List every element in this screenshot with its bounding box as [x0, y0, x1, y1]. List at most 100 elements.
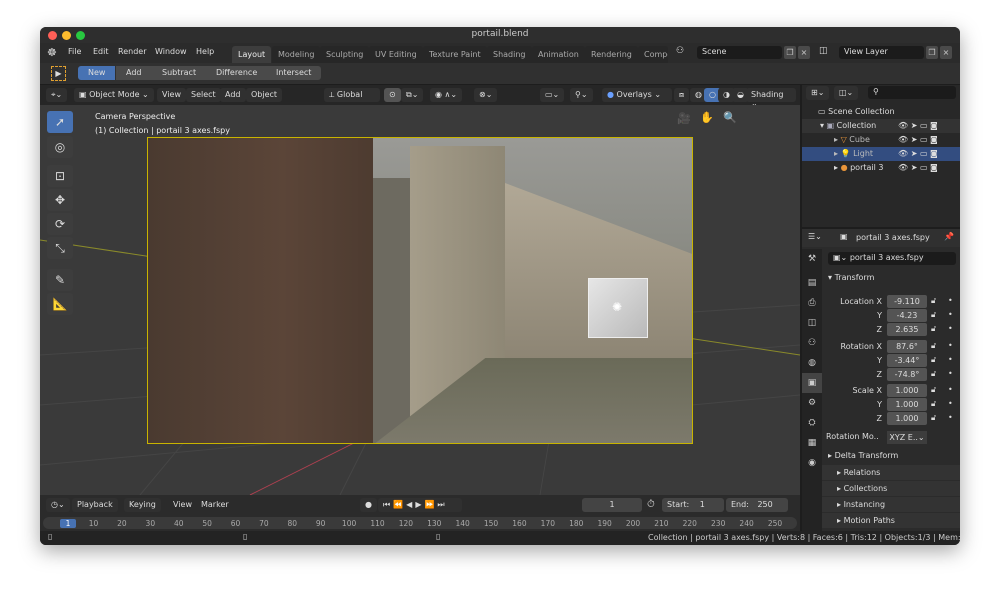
- tab-compositing[interactable]: Compo: [638, 46, 668, 63]
- object-mode-dropdown[interactable]: ▣ Object Mode ⌄: [74, 88, 154, 102]
- delete-scene-icon[interactable]: ×: [798, 46, 810, 59]
- tab-rendering[interactable]: Rendering: [585, 46, 638, 63]
- record-icon[interactable]: ●: [360, 498, 377, 512]
- camera-view-icon[interactable]: 🎥: [677, 112, 691, 125]
- menu-timeline-view[interactable]: View: [173, 500, 192, 509]
- end-frame-field[interactable]: End: 250: [726, 498, 788, 512]
- menu-keying[interactable]: Keying: [124, 498, 161, 512]
- lock-icon[interactable]: 🔓︎: [931, 296, 936, 306]
- keyframe-dot-icon[interactable]: •: [948, 310, 953, 319]
- lock-icon[interactable]: 🔓︎: [931, 341, 936, 351]
- tab-animation[interactable]: Animation: [532, 46, 585, 63]
- location-field[interactable]: 2.635: [887, 323, 927, 336]
- outliner-item-collection[interactable]: ▾ ▣ Collection 👁 ➤ ▭ ◙: [802, 119, 960, 133]
- modifier-tab-icon[interactable]: ⚙: [802, 393, 822, 413]
- constraint-tab-icon[interactable]: ◉: [802, 453, 822, 473]
- lock-icon[interactable]: 🔓︎: [931, 385, 936, 395]
- outliner-item-light[interactable]: ▸ 💡 Light 👁 ➤ ▭ ◙: [802, 147, 960, 161]
- shading-dropdown[interactable]: Shading ⌄: [746, 88, 796, 108]
- select-tool-icon[interactable]: ➚: [47, 111, 73, 133]
- motion-paths-panel[interactable]: ▸ Motion Paths: [822, 513, 960, 528]
- menu-marker[interactable]: Marker: [201, 500, 229, 509]
- display-mode-icon[interactable]: ◫⌄: [834, 86, 859, 100]
- timeline-editor-icon[interactable]: ◷⌄: [46, 498, 70, 512]
- keyframe-dot-icon[interactable]: •: [948, 355, 953, 364]
- rotation-mode-dropdown[interactable]: XYZ E..⌄: [887, 431, 927, 444]
- tab-sculpting[interactable]: Sculpting: [320, 46, 370, 63]
- menu-edit[interactable]: Edit: [93, 47, 109, 56]
- tool-tab-icon[interactable]: ⚒: [802, 249, 822, 269]
- current-frame-marker[interactable]: 1: [60, 519, 76, 528]
- view-layer-tab-icon[interactable]: ◫: [802, 313, 822, 333]
- transform-affect-icon[interactable]: ⊗⌄: [474, 88, 498, 102]
- lock-icon[interactable]: 🔓︎: [931, 413, 936, 423]
- keyframe-dot-icon[interactable]: •: [948, 324, 953, 333]
- measure-tool-icon[interactable]: 📐: [47, 293, 73, 315]
- start-frame-field[interactable]: Start: 1: [662, 498, 724, 512]
- output-tab-icon[interactable]: ⎙: [802, 293, 822, 313]
- move-tool-icon[interactable]: ✥: [47, 189, 73, 211]
- scale-field[interactable]: 1.000: [887, 398, 927, 411]
- visibility-icons[interactable]: 👁 ➤ ▭ ◙: [898, 161, 938, 175]
- menu-view[interactable]: View: [157, 88, 186, 102]
- location-field[interactable]: -4.23: [887, 309, 927, 322]
- scene-icon[interactable]: ⚇: [676, 46, 684, 56]
- visibility-icons[interactable]: 👁 ➤ ▭ ◙: [898, 119, 938, 133]
- outliner-scene-collection[interactable]: ▭ Scene Collection: [802, 105, 960, 119]
- annotate-tool-icon[interactable]: ✎: [47, 269, 73, 291]
- scale-field[interactable]: 1.000: [887, 412, 927, 425]
- overlays-dropdown[interactable]: ● Overlays ⌄: [602, 88, 672, 102]
- duplicate-scene-icon[interactable]: ❐: [784, 46, 796, 59]
- duplicate-view-layer-icon[interactable]: ❐: [926, 46, 938, 59]
- keyframe-dot-icon[interactable]: •: [948, 369, 953, 378]
- menu-object[interactable]: Object: [246, 88, 283, 102]
- menu-help[interactable]: Help: [196, 47, 214, 56]
- tab-layout[interactable]: Layout: [232, 46, 272, 63]
- outliner-search-input[interactable]: ⚲: [868, 86, 956, 99]
- pan-hand-icon[interactable]: ✋: [700, 111, 714, 124]
- physics-tab-icon[interactable]: ⛭: [802, 413, 822, 433]
- pin-icon[interactable]: 📌: [944, 232, 954, 241]
- mode-intersect-button[interactable]: Intersect: [266, 66, 322, 80]
- properties-editor-icon[interactable]: ☰⌄: [808, 232, 822, 241]
- playback-controls[interactable]: ⏮⏪◀▶⏩⏭: [378, 498, 462, 512]
- object-tab-icon[interactable]: ▣: [802, 373, 822, 393]
- tab-modeling[interactable]: Modeling: [272, 46, 321, 63]
- lock-icon[interactable]: 🔓︎: [931, 310, 936, 320]
- object-name-field[interactable]: ▣⌄ portail 3 axes.fspy: [828, 252, 956, 265]
- menu-add[interactable]: Add: [220, 88, 246, 102]
- snap-icon[interactable]: ⧉⌄: [401, 88, 424, 102]
- transform-tool-icon[interactable]: ⊡: [47, 165, 73, 187]
- scene-tab-icon[interactable]: ⚇: [802, 333, 822, 353]
- scene-field[interactable]: Scene: [697, 46, 782, 59]
- tab-shading[interactable]: Shading: [487, 46, 532, 63]
- visibility-icons[interactable]: 👁 ➤ ▭ ◙: [898, 147, 938, 161]
- outliner-editor-icon[interactable]: ⊞⌄: [806, 86, 830, 100]
- mode-subtract-button[interactable]: Subtract: [152, 66, 207, 80]
- blender-logo-icon[interactable]: ☸: [47, 46, 57, 59]
- tab-texture-paint[interactable]: Texture Paint: [423, 46, 487, 63]
- scale-field[interactable]: 1.000: [887, 384, 927, 397]
- tab-uv-editing[interactable]: UV Editing: [369, 46, 423, 63]
- keyframe-dot-icon[interactable]: •: [948, 399, 953, 408]
- keyframe-dot-icon[interactable]: •: [948, 385, 953, 394]
- proportional-editing-icon[interactable]: ◉ ∧⌄: [430, 88, 463, 102]
- menu-file[interactable]: File: [68, 47, 81, 56]
- scale-tool-icon[interactable]: ⤡: [47, 237, 73, 259]
- xray-icon[interactable]: ⧈: [674, 88, 690, 102]
- outliner-item-cube[interactable]: ▸ ▽ Cube 👁 ➤ ▭ ◙: [802, 133, 960, 147]
- rotation-field[interactable]: -3.44°: [887, 354, 927, 367]
- render-tab-icon[interactable]: ▤: [802, 273, 822, 293]
- rotation-field[interactable]: 87.6°: [887, 340, 927, 353]
- view-layer-icon[interactable]: ◫: [819, 46, 828, 56]
- transform-panel-header[interactable]: ▾ Transform: [828, 273, 874, 282]
- menu-render[interactable]: Render: [118, 47, 146, 56]
- cursor-tool-icon[interactable]: ◎: [47, 136, 73, 158]
- view-object-types-icon[interactable]: ▭⌄: [540, 88, 565, 102]
- transform-orientation-dropdown[interactable]: ⟂ Global: [324, 88, 380, 102]
- rotation-field[interactable]: -74.8°: [887, 368, 927, 381]
- location-field[interactable]: -9.110: [887, 295, 927, 308]
- keyframe-dot-icon[interactable]: •: [948, 296, 953, 305]
- delete-view-layer-icon[interactable]: ×: [940, 46, 952, 59]
- menu-playback[interactable]: Playback: [72, 498, 118, 512]
